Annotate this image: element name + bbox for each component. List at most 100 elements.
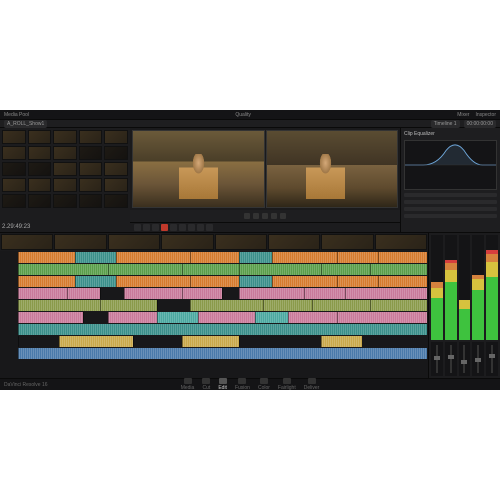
clip[interactable] <box>124 288 181 299</box>
trim-tool[interactable] <box>143 224 150 231</box>
track-A6[interactable] <box>18 336 427 347</box>
menu-media-pool[interactable]: Media Pool <box>4 112 29 118</box>
clip[interactable] <box>133 336 182 347</box>
clip[interactable] <box>272 252 337 263</box>
clip[interactable] <box>321 264 370 275</box>
clip[interactable] <box>222 288 238 299</box>
clip[interactable] <box>116 252 190 263</box>
clip-thumb[interactable] <box>79 146 103 160</box>
clip-thumb[interactable] <box>53 146 77 160</box>
timeline-viewer[interactable] <box>266 130 399 208</box>
overwrite-tool[interactable] <box>179 224 186 231</box>
clip[interactable] <box>239 288 304 299</box>
clip-thumb[interactable] <box>28 178 52 192</box>
clip[interactable] <box>18 264 108 275</box>
clip[interactable] <box>18 336 59 347</box>
clip[interactable] <box>18 312 83 323</box>
strip-thumb[interactable] <box>108 234 160 250</box>
fader-A2[interactable] <box>445 342 457 376</box>
page-media[interactable]: Media <box>181 378 195 390</box>
clip-thumb[interactable] <box>53 194 77 208</box>
clip[interactable] <box>304 288 345 299</box>
clip[interactable] <box>272 276 337 287</box>
dynamic-trim-tool[interactable] <box>161 224 168 231</box>
track-A1[interactable] <box>18 276 427 287</box>
strip-thumb[interactable] <box>1 234 53 250</box>
clip-thumb[interactable] <box>53 130 77 144</box>
clip[interactable] <box>75 276 116 287</box>
strip-thumb[interactable] <box>161 234 213 250</box>
clip-thumb[interactable] <box>104 194 128 208</box>
clip[interactable] <box>18 348 427 359</box>
fader-A1[interactable] <box>431 342 443 376</box>
clip-thumb[interactable] <box>104 146 128 160</box>
eq-band-1[interactable] <box>404 193 497 197</box>
clip[interactable] <box>67 288 100 299</box>
eq-band-4[interactable] <box>404 214 497 218</box>
clip[interactable] <box>255 312 288 323</box>
clip[interactable] <box>18 324 427 335</box>
clip[interactable] <box>182 264 239 275</box>
clip-thumb[interactable] <box>28 130 52 144</box>
clip-thumb[interactable] <box>2 146 26 160</box>
clip[interactable] <box>370 264 427 275</box>
timeline[interactable] <box>0 233 428 378</box>
fader-A3[interactable] <box>459 342 471 376</box>
track-A7[interactable] <box>18 348 427 359</box>
clip-thumb[interactable] <box>79 130 103 144</box>
eq-band-2[interactable] <box>404 200 497 204</box>
clip[interactable] <box>321 336 362 347</box>
thumbnail-strip[interactable] <box>0 233 428 251</box>
page-fusion[interactable]: Fusion <box>235 378 250 390</box>
clip-thumb[interactable] <box>28 194 52 208</box>
clip[interactable] <box>18 252 75 263</box>
clip-thumb[interactable] <box>79 162 103 176</box>
page-color[interactable]: Color <box>258 378 270 390</box>
page-edit[interactable]: Edit <box>218 378 227 390</box>
clip[interactable] <box>100 288 125 299</box>
clip[interactable] <box>378 276 427 287</box>
clip[interactable] <box>345 288 427 299</box>
clip[interactable] <box>370 300 427 311</box>
clip-thumb[interactable] <box>79 178 103 192</box>
track-V1[interactable] <box>18 264 427 275</box>
clip[interactable] <box>18 276 75 287</box>
strip-thumb[interactable] <box>321 234 373 250</box>
clip[interactable] <box>100 300 157 311</box>
loop-button[interactable] <box>280 213 286 219</box>
fader-A4[interactable] <box>472 342 484 376</box>
clip[interactable] <box>59 336 133 347</box>
media-pool[interactable]: 2.29:49:23 <box>0 128 130 232</box>
track-A3[interactable] <box>18 300 427 311</box>
clip[interactable] <box>239 252 272 263</box>
insert-tool[interactable] <box>170 224 177 231</box>
clip-thumb[interactable] <box>2 130 26 144</box>
clip[interactable] <box>190 252 239 263</box>
clip-thumb[interactable] <box>104 162 128 176</box>
clip[interactable] <box>75 252 116 263</box>
clip[interactable] <box>288 312 337 323</box>
link-tool[interactable] <box>197 224 204 231</box>
track-A2[interactable] <box>18 288 427 299</box>
eq-band-3[interactable] <box>404 207 497 211</box>
timeline-selector[interactable]: Timeline 1 <box>431 120 460 128</box>
project-name[interactable]: A_ROLL_Show1 <box>4 120 47 128</box>
clip-thumb[interactable] <box>2 162 26 176</box>
clip[interactable] <box>263 300 312 311</box>
marker-tool[interactable] <box>206 224 213 231</box>
clip-thumb[interactable] <box>104 178 128 192</box>
clip[interactable] <box>83 312 108 323</box>
clip[interactable] <box>190 276 239 287</box>
stop-button[interactable] <box>262 213 268 219</box>
clip-thumb[interactable] <box>28 162 52 176</box>
clip-thumb[interactable] <box>53 178 77 192</box>
clip-thumb[interactable] <box>79 194 103 208</box>
clip[interactable] <box>182 336 239 347</box>
strip-thumb[interactable] <box>268 234 320 250</box>
play-button[interactable] <box>253 213 259 219</box>
clip[interactable] <box>18 300 100 311</box>
clip-thumb[interactable] <box>28 146 52 160</box>
clip-thumb[interactable] <box>104 130 128 144</box>
selection-tool[interactable] <box>134 224 141 231</box>
page-deliver[interactable]: Deliver <box>304 378 320 390</box>
